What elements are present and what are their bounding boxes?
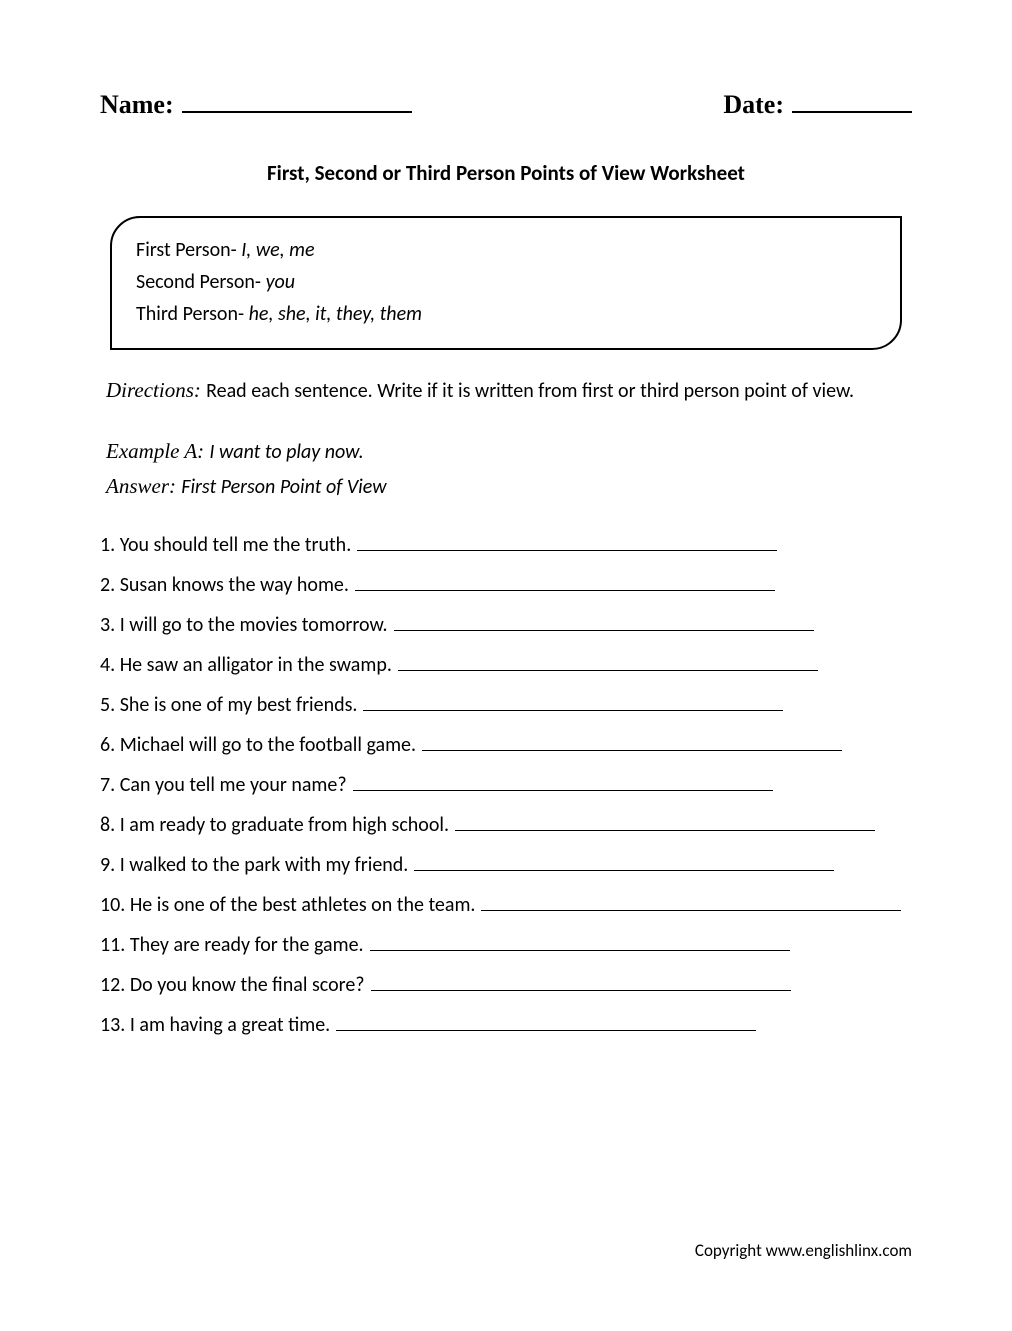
answer-line[interactable] xyxy=(370,933,790,951)
directions-label: Directions: xyxy=(106,378,206,402)
question-row: 2. Susan knows the way home. xyxy=(100,573,912,597)
example-text: I want to play now. xyxy=(209,440,363,464)
example-block: Example A: I want to play now. Answer: F… xyxy=(106,434,906,505)
question-row: 13. I am having a great time. xyxy=(100,1013,912,1037)
info-label-second: Second Person- xyxy=(136,270,266,294)
header-row: Name: Date: xyxy=(100,90,912,120)
info-examples-first: I, we, me xyxy=(241,238,314,262)
question-row: 3. I will go to the movies tomorrow. xyxy=(100,613,912,637)
info-examples-third: he, she, it, they, them xyxy=(249,302,422,326)
directions-block: Directions: Read each sentence. Write if… xyxy=(106,374,906,408)
answer-line[interactable] xyxy=(422,733,842,751)
answer-line[interactable] xyxy=(398,653,818,671)
question-row: 10. He is one of the best athletes on th… xyxy=(100,893,912,917)
question-row: 7. Can you tell me your name? xyxy=(100,773,912,797)
question-row: 8. I am ready to graduate from high scho… xyxy=(100,813,912,837)
info-line-first: First Person- I, we, me xyxy=(136,234,876,266)
name-label: Name: xyxy=(100,90,174,120)
info-line-second: Second Person- you xyxy=(136,266,876,298)
question-text: 7. Can you tell me your name? xyxy=(100,773,347,797)
question-text: 8. I am ready to graduate from high scho… xyxy=(100,813,449,837)
date-label: Date: xyxy=(723,90,784,120)
question-text: 9. I walked to the park with my friend. xyxy=(100,853,408,877)
answer-line[interactable] xyxy=(336,1013,756,1031)
question-text: 1. You should tell me the truth. xyxy=(100,533,351,557)
info-box: First Person- I, we, me Second Person- y… xyxy=(110,216,902,350)
question-text: 3. I will go to the movies tomorrow. xyxy=(100,613,388,637)
answer-line[interactable] xyxy=(414,853,834,871)
question-text: 11. They are ready for the game. xyxy=(100,933,364,957)
name-field-group: Name: xyxy=(100,90,412,120)
answer-label: Answer: xyxy=(106,474,181,498)
info-label-first: First Person- xyxy=(136,238,241,262)
answer-line[interactable] xyxy=(371,973,791,991)
directions-text: Read each sentence. Write if it is writt… xyxy=(206,379,854,403)
question-row: 4. He saw an alligator in the swamp. xyxy=(100,653,912,677)
answer-line[interactable] xyxy=(357,533,777,551)
date-field-group: Date: xyxy=(723,90,912,120)
question-row: 1. You should tell me the truth. xyxy=(100,533,912,557)
info-label-third: Third Person- xyxy=(136,302,249,326)
date-input-line[interactable] xyxy=(792,91,912,113)
answer-line[interactable] xyxy=(455,813,875,831)
question-text: 2. Susan knows the way home. xyxy=(100,573,349,597)
worksheet-page: Name: Date: First, Second or Third Perso… xyxy=(0,0,1012,1331)
name-input-line[interactable] xyxy=(182,91,412,113)
answer-line[interactable] xyxy=(394,613,814,631)
answer-line[interactable] xyxy=(481,893,901,911)
question-row: 12. Do you know the final score? xyxy=(100,973,912,997)
question-row: 9. I walked to the park with my friend. xyxy=(100,853,912,877)
question-text: 10. He is one of the best athletes on th… xyxy=(100,893,475,917)
question-row: 11. They are ready for the game. xyxy=(100,933,912,957)
question-text: 12. Do you know the final score? xyxy=(100,973,365,997)
answer-line[interactable] xyxy=(353,773,773,791)
answer-line[interactable] xyxy=(363,693,783,711)
worksheet-title: First, Second or Third Person Points of … xyxy=(100,160,912,186)
question-row: 6. Michael will go to the football game. xyxy=(100,733,912,757)
info-examples-second: you xyxy=(266,270,296,294)
answer-line[interactable] xyxy=(355,573,775,591)
example-row: Example A: I want to play now. xyxy=(106,434,906,470)
question-text: 13. I am having a great time. xyxy=(100,1013,330,1037)
answer-row: Answer: First Person Point of View xyxy=(106,469,906,505)
example-label: Example A: xyxy=(106,439,209,463)
copyright-text: Copyright www.englishlinx.com xyxy=(695,1240,912,1261)
question-text: 5. She is one of my best friends. xyxy=(100,693,357,717)
question-text: 6. Michael will go to the football game. xyxy=(100,733,416,757)
questions-list: 1. You should tell me the truth. 2. Susa… xyxy=(100,533,912,1037)
answer-text: First Person Point of View xyxy=(181,475,386,499)
info-line-third: Third Person- he, she, it, they, them xyxy=(136,298,876,330)
question-row: 5. She is one of my best friends. xyxy=(100,693,912,717)
question-text: 4. He saw an alligator in the swamp. xyxy=(100,653,392,677)
